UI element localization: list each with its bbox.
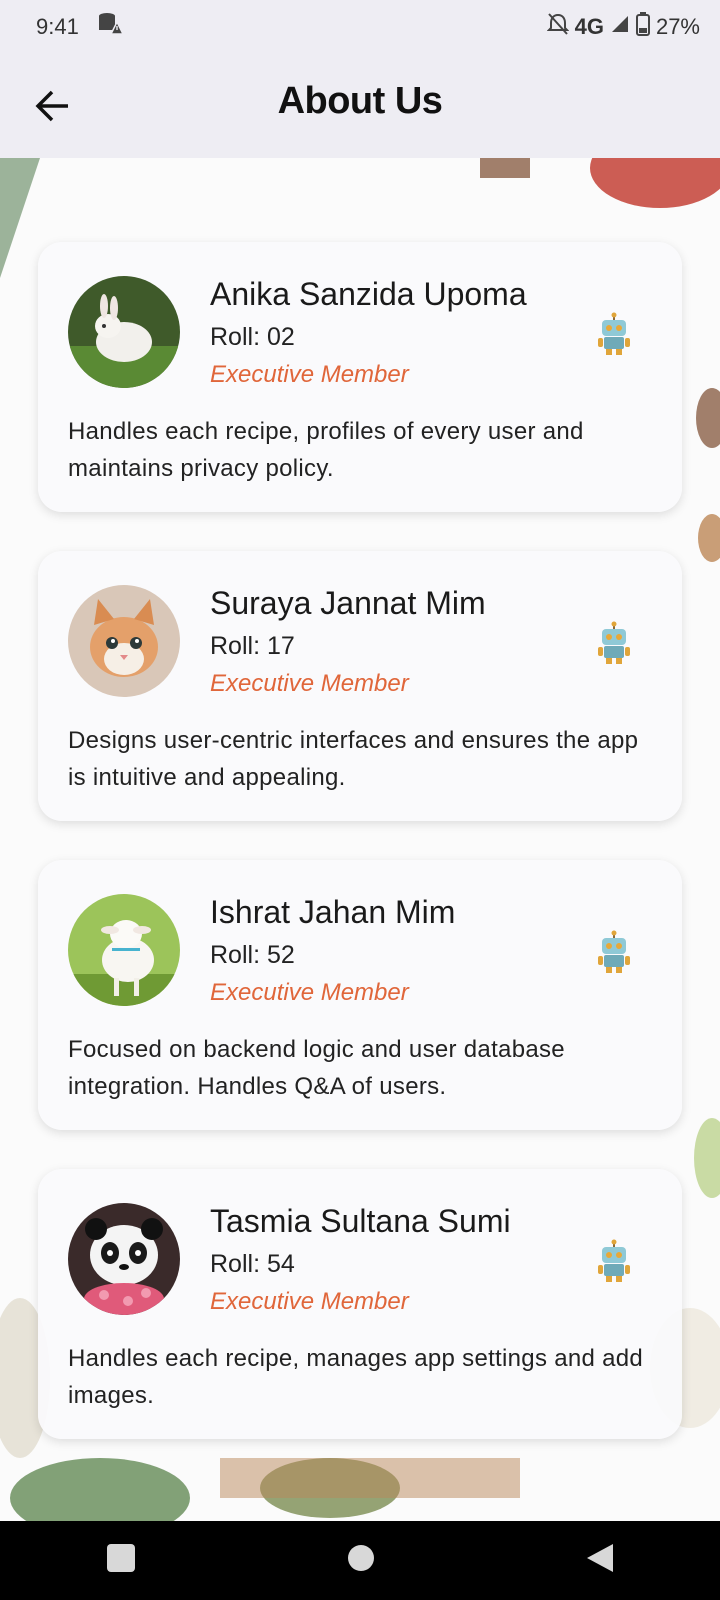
member-description: Handles each recipe, profiles of every u… [68,418,584,482]
member-name: Suraya Jannat Mim [210,585,486,621]
robot-icon [596,312,632,356]
status-time: 9:41 [36,14,79,39]
member-description: Focused on backend logic and user databa… [68,1036,565,1100]
system-nav-bar [0,1521,720,1600]
page-title: About Us [277,80,443,122]
member-role: Executive Member [210,670,409,697]
member-role: Executive Member [210,361,409,388]
rabbit-avatar [68,276,180,388]
home-icon [347,1545,374,1571]
recents-icon [106,1544,135,1572]
content-area[interactable]: Anika Sanzida Upoma Roll: 02 Executive M… [0,158,720,1521]
home-button[interactable] [346,1543,376,1578]
battery-icon [635,12,650,42]
recents-button[interactable] [105,1542,137,1579]
member-card: Suraya Jannat Mim Roll: 17 Executive Mem… [38,551,682,821]
member-roll: Roll: 02 [210,323,295,351]
lamb-avatar [68,894,180,1006]
member-description: Handles each recipe, manages app setting… [68,1345,644,1409]
status-bar: 9:41 4G 27% [0,0,720,54]
storage-alert-icon [97,12,125,42]
battery-level: 27% [655,14,700,39]
member-role: Executive Member [210,979,409,1006]
app-bar: About Us [0,54,720,158]
robot-icon [596,621,632,665]
member-card: Anika Sanzida Upoma Roll: 02 Executive M… [38,242,682,512]
member-name: Anika Sanzida Upoma [210,276,527,312]
robot-icon [596,1239,632,1283]
system-back-button[interactable] [585,1542,615,1579]
member-roll: Roll: 54 [210,1250,295,1278]
member-roll: Roll: 52 [210,941,295,969]
kitten-avatar [68,585,180,697]
member-name: Tasmia Sultana Sumi [210,1203,511,1239]
member-card: Tasmia Sultana Sumi Roll: 54 Executive M… [38,1169,682,1439]
member-roll: Roll: 17 [210,632,295,660]
panda-avatar [68,1203,180,1315]
mute-icon [546,12,570,42]
signal-icon [610,14,630,40]
member-name: Ishrat Jahan Mim [210,894,456,930]
back-icon [587,1544,614,1572]
network-type: 4G [574,14,604,39]
robot-icon [596,930,632,974]
member-role: Executive Member [210,1288,409,1315]
member-description: Designs user-centric interfaces and ensu… [68,727,639,791]
member-card: Ishrat Jahan Mim Roll: 52 Executive Memb… [38,860,682,1130]
